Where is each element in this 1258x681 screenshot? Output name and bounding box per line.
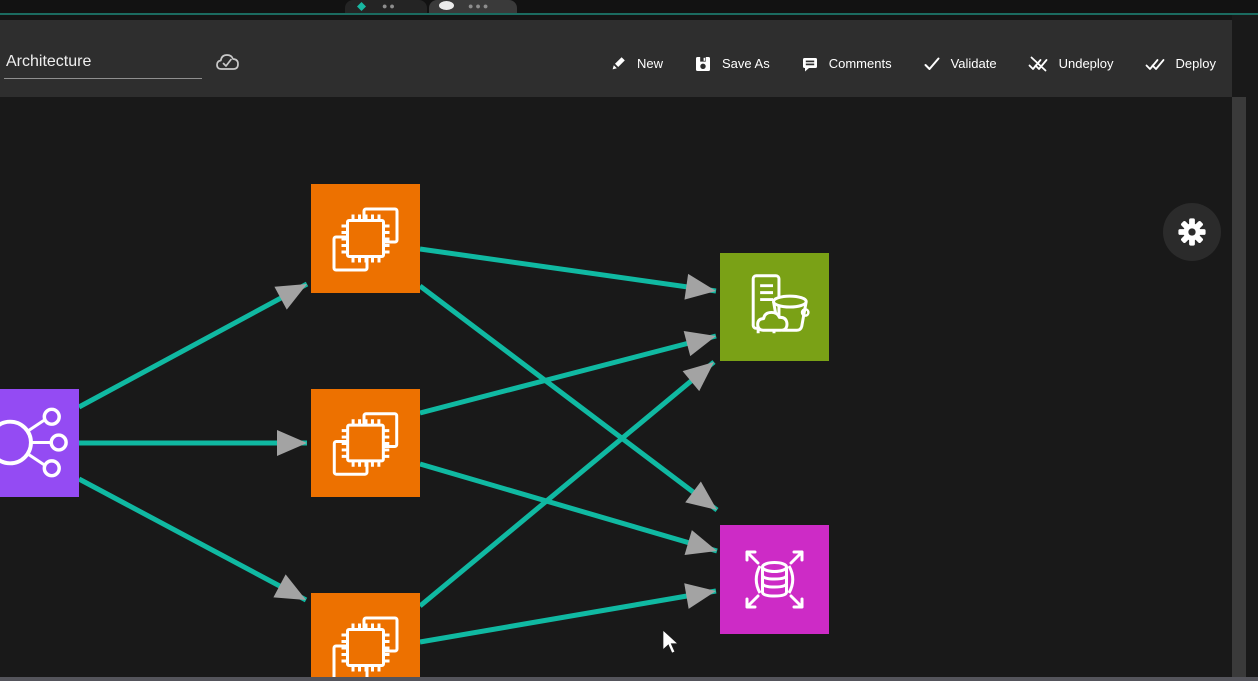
edge-load-balancer-to-compute-1[interactable]	[79, 284, 307, 407]
edge-compute-1-to-storage[interactable]	[420, 249, 716, 291]
app-window: ●● ●●● New	[0, 0, 1258, 681]
node-database[interactable]	[720, 525, 829, 634]
tab-title-cropped: ●●●	[468, 1, 490, 11]
deploy-button-label: Deploy	[1176, 56, 1216, 71]
user-avatar-icon	[439, 1, 454, 10]
browser-tab-2[interactable]: ●●●	[429, 0, 517, 13]
node-compute-3[interactable]	[311, 593, 420, 677]
node-compute-1[interactable]	[311, 184, 420, 293]
diagram-toolbar: New Save As Comments	[0, 20, 1232, 97]
diagram-canvas[interactable]	[0, 97, 1232, 677]
deploy-button[interactable]: Deploy	[1144, 54, 1216, 74]
tab-title-cropped: ●●	[382, 1, 397, 11]
gear-icon	[1175, 215, 1209, 249]
save-as-button-label: Save As	[722, 56, 770, 71]
undeploy-button-label: Undeploy	[1059, 56, 1114, 71]
single-check-icon	[922, 54, 942, 74]
comments-button-label: Comments	[829, 56, 892, 71]
pencil-icon	[608, 54, 628, 74]
undeploy-button[interactable]: Undeploy	[1027, 54, 1114, 74]
vertical-scrollbar[interactable]	[1232, 97, 1246, 677]
node-compute-2[interactable]	[311, 389, 420, 497]
cloud-check-icon	[212, 49, 242, 75]
diagram-name-input[interactable]	[4, 53, 202, 79]
toolbar-button-group: New Save As Comments	[608, 54, 1216, 74]
node-storage[interactable]	[720, 253, 829, 361]
diagram-name-group	[4, 49, 242, 79]
save-as-button[interactable]: Save As	[693, 54, 770, 74]
app-logo-icon	[355, 1, 368, 12]
edge-compute-3-to-database[interactable]	[420, 591, 716, 642]
speech-bubble-icon	[800, 54, 820, 74]
edge-compute-2-to-storage[interactable]	[420, 336, 716, 413]
architecture-diagram	[0, 97, 1232, 677]
node-load-balancer[interactable]	[0, 389, 79, 497]
double-check-icon	[1144, 54, 1167, 74]
validate-button-label: Validate	[951, 56, 997, 71]
browser-tab-1[interactable]: ●●	[345, 0, 427, 13]
comments-button[interactable]: Comments	[800, 54, 892, 74]
edge-load-balancer-to-compute-3[interactable]	[79, 479, 306, 600]
browser-tab-strip: ●● ●●●	[0, 0, 1258, 13]
double-check-slash-icon	[1027, 54, 1050, 74]
bottom-window-edge	[0, 677, 1258, 681]
new-button[interactable]: New	[608, 54, 663, 74]
floppy-disk-icon	[693, 54, 713, 74]
canvas-settings-button[interactable]	[1163, 203, 1221, 261]
validate-button[interactable]: Validate	[922, 54, 997, 74]
new-button-label: New	[637, 56, 663, 71]
